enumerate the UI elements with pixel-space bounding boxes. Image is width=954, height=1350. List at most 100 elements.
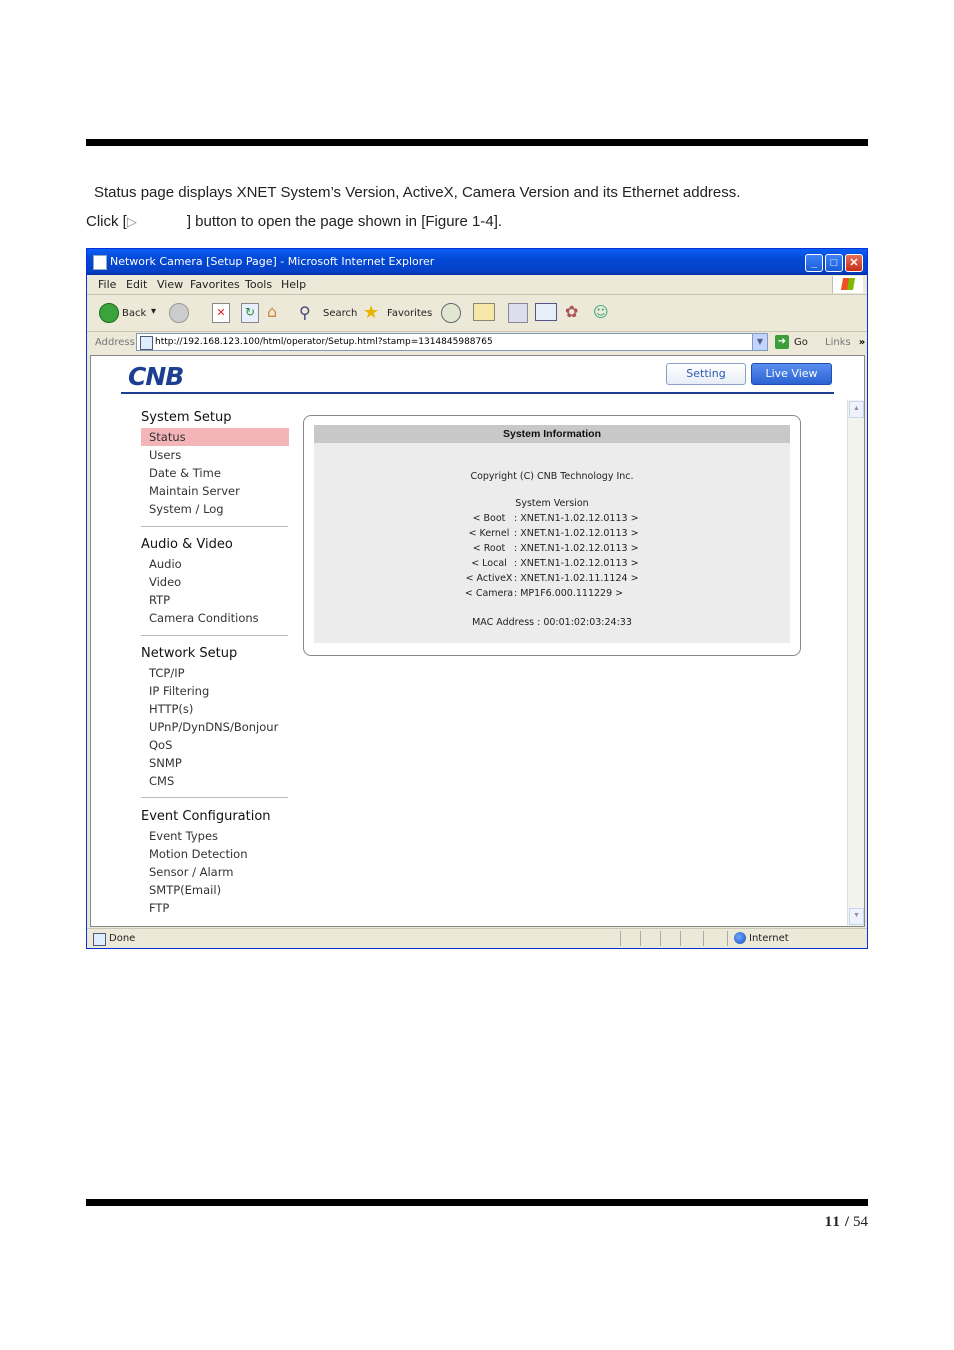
- system-version-label: System Version: [515, 498, 589, 509]
- nav-section-event: Event Configuration Event Types Motion D…: [141, 809, 289, 917]
- nav-item-ftp[interactable]: FTP: [141, 899, 289, 917]
- nav-divider: [141, 797, 288, 798]
- nav-item-qos[interactable]: QoS: [141, 736, 289, 754]
- nav-item-users[interactable]: Users: [141, 446, 289, 464]
- maximize-button[interactable]: □: [825, 254, 843, 272]
- system-info-body: System Information Copyright (C) CNB Tec…: [314, 425, 790, 643]
- menu-edit[interactable]: Edit: [126, 278, 147, 291]
- nav-section-audio-video: Audio & Video Audio Video RTP Camera Con…: [141, 537, 289, 627]
- ie-window: Network Camera [Setup Page] - Microsoft …: [86, 248, 868, 949]
- nav-title-event-configuration: Event Configuration: [141, 809, 271, 824]
- address-label: Address: [95, 337, 135, 348]
- nav-item-ip-filtering[interactable]: IP Filtering: [141, 682, 289, 700]
- nav-item-system-log[interactable]: System / Log: [141, 500, 289, 518]
- scroll-up-icon[interactable]: ▲: [849, 401, 864, 418]
- page-content: CNB Setting Live View System Setup Statu…: [90, 355, 865, 927]
- back-dropdown-icon[interactable]: ▾: [151, 306, 156, 317]
- page-number: 11/54: [824, 1214, 868, 1230]
- favorites-label[interactable]: Favorites: [387, 308, 432, 319]
- chevron-down-icon[interactable]: ▼: [752, 334, 767, 350]
- version-row: < Local: XNET.N1-1.02.12.0113 >: [471, 558, 639, 569]
- setting-tab[interactable]: Setting: [666, 363, 746, 385]
- nav-item-cms[interactable]: CMS: [141, 772, 289, 790]
- refresh-icon[interactable]: ↻: [241, 303, 259, 323]
- version-row: < Kernel: XNET.N1-1.02.12.0113 >: [468, 528, 639, 539]
- nav-item-smtp[interactable]: SMTP(Email): [141, 881, 289, 899]
- links-more-icon[interactable]: »: [859, 337, 865, 348]
- nav-item-video[interactable]: Video: [141, 573, 289, 591]
- title-bar[interactable]: Network Camera [Setup Page] - Microsoft …: [87, 249, 867, 275]
- nav-item-camera-conditions[interactable]: Camera Conditions: [141, 609, 289, 627]
- search-label[interactable]: Search: [323, 308, 357, 319]
- address-input[interactable]: http://192.168.123.100/html/operator/Set…: [136, 333, 768, 351]
- version-row: < Camera: MP1F6.000.111229 >: [464, 588, 624, 599]
- click-instruction: Click [▷] button to open the page shown …: [86, 213, 502, 230]
- click-suffix: ] button to open the page shown in [Figu…: [186, 213, 503, 230]
- live-view-tab[interactable]: Live View: [751, 363, 832, 385]
- version-row: < ActiveX: XNET.N1-1.02.11.1124 >: [465, 573, 639, 584]
- page-icon: [93, 933, 106, 946]
- system-info-header: System Information: [314, 425, 790, 443]
- vertical-scrollbar[interactable]: ▲ ▼: [847, 400, 864, 926]
- windows-logo-icon: [832, 276, 863, 293]
- minimize-button[interactable]: _: [805, 254, 823, 272]
- nav-divider: [141, 526, 288, 527]
- print-icon[interactable]: [508, 303, 528, 323]
- page-icon: [140, 336, 153, 350]
- search-icon[interactable]: ⚲: [299, 303, 319, 323]
- toolbar: Back ▾ ✕ ↻ ⌂ ⚲ Search ★ Favorites ✿ ☺: [87, 295, 867, 332]
- forward-arrow-icon[interactable]: [169, 303, 189, 323]
- menu-tools[interactable]: Tools: [245, 278, 272, 291]
- mac-address: MAC Address : 00:01:02:03:24:33: [472, 617, 632, 628]
- version-row: < Boot: XNET.N1-1.02.12.0113 >: [472, 513, 639, 524]
- menu-view[interactable]: View: [157, 278, 183, 291]
- copyright-text: Copyright (C) CNB Technology Inc.: [470, 471, 634, 482]
- url-text[interactable]: http://192.168.123.100/html/operator/Set…: [155, 337, 493, 347]
- nav-item-date-time[interactable]: Date & Time: [141, 464, 289, 482]
- history-icon[interactable]: [441, 303, 461, 323]
- zone-label: Internet: [749, 933, 789, 944]
- cnb-logo: CNB: [128, 362, 184, 391]
- go-arrow-icon[interactable]: ➜: [775, 335, 789, 349]
- back-arrow-icon[interactable]: [99, 303, 119, 323]
- system-info-panel: System Information Copyright (C) CNB Tec…: [303, 415, 801, 656]
- home-icon[interactable]: ⌂: [267, 303, 287, 321]
- close-button[interactable]: ✕: [845, 254, 863, 272]
- edit-icon[interactable]: [535, 303, 557, 321]
- nav-section-network: Network Setup TCP/IP IP Filtering HTTP(s…: [141, 646, 289, 790]
- nav-item-sensor-alarm[interactable]: Sensor / Alarm: [141, 863, 289, 881]
- nav-title-audio-video: Audio & Video: [141, 537, 233, 552]
- discuss-icon[interactable]: ✿: [565, 303, 583, 321]
- menu-file[interactable]: File: [98, 278, 116, 291]
- stop-icon[interactable]: ✕: [212, 303, 230, 323]
- nav-item-event-types[interactable]: Event Types: [141, 827, 289, 845]
- go-button[interactable]: Go: [794, 337, 808, 348]
- nav-item-maintain-server[interactable]: Maintain Server: [141, 482, 289, 500]
- nav-title-network-setup: Network Setup: [141, 646, 238, 661]
- favorites-star-icon[interactable]: ★: [363, 303, 383, 323]
- nav-item-tcpip[interactable]: TCP/IP: [141, 664, 289, 682]
- scroll-down-icon[interactable]: ▼: [849, 908, 864, 925]
- nav-item-rtp[interactable]: RTP: [141, 591, 289, 609]
- header-rule: [86, 139, 868, 146]
- nav-item-https[interactable]: HTTP(s): [141, 700, 289, 718]
- menu-favorites[interactable]: Favorites: [190, 278, 240, 291]
- play-icon: ▷: [126, 214, 137, 229]
- nav-item-status[interactable]: Status: [141, 428, 289, 446]
- version-row: < Root: XNET.N1-1.02.12.0113 >: [472, 543, 639, 554]
- nav-section-system: System Setup Status Users Date & Time Ma…: [141, 410, 289, 518]
- nav-item-snmp[interactable]: SNMP: [141, 754, 289, 772]
- page-icon: [93, 255, 107, 270]
- intro-text: Status page displays XNET System’s Versi…: [94, 184, 741, 201]
- nav-item-audio[interactable]: Audio: [141, 555, 289, 573]
- address-bar: Address http://192.168.123.100/html/oper…: [87, 332, 867, 354]
- links-toolbar[interactable]: Links »: [825, 337, 865, 348]
- nav-item-motion-detection[interactable]: Motion Detection: [141, 845, 289, 863]
- mail-icon[interactable]: [473, 303, 495, 321]
- links-label[interactable]: Links: [825, 337, 851, 348]
- messenger-icon[interactable]: ☺: [593, 303, 613, 321]
- footer-rule: [86, 1199, 868, 1206]
- nav-item-upnp[interactable]: UPnP/DynDNS/Bonjour: [141, 718, 289, 736]
- back-label[interactable]: Back: [122, 308, 146, 319]
- menu-help[interactable]: Help: [281, 278, 306, 291]
